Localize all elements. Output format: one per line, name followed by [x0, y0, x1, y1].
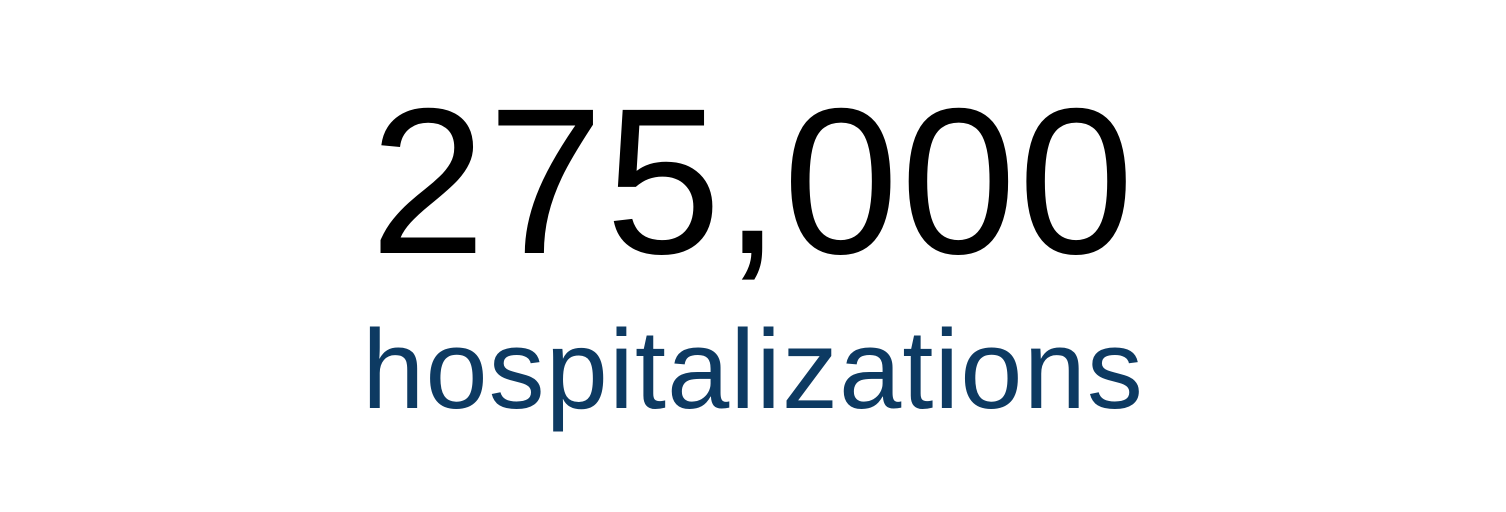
stat-label: hospitalizations [362, 307, 1144, 432]
stat-card: 275,000 hospitalizations [0, 0, 1506, 512]
stat-value: 275,000 [370, 66, 1136, 298]
